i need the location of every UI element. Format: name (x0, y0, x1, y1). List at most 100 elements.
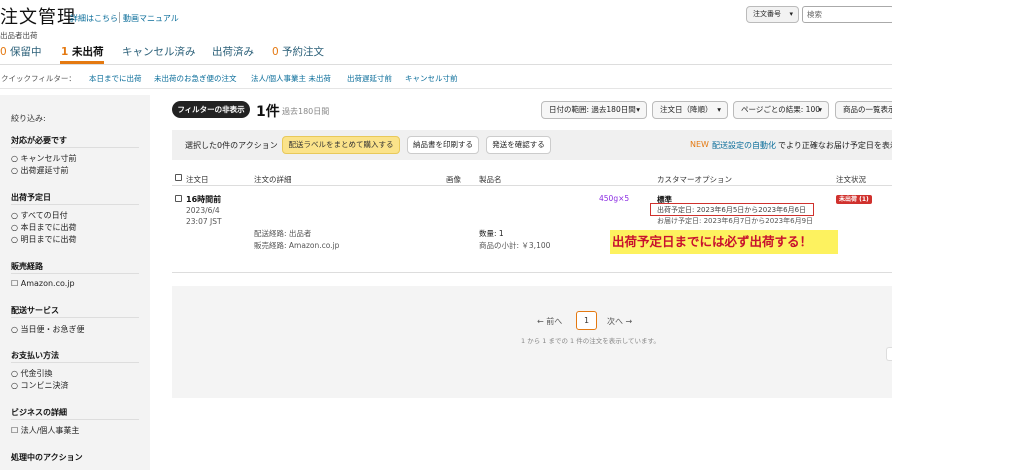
col-product-name: 製品名 (479, 175, 502, 184)
col-customer-option: カスタマーオプション (657, 175, 732, 184)
new-badge: NEW (690, 140, 709, 149)
col-image: 画像 (446, 175, 461, 184)
sidebar-divider (11, 419, 139, 420)
filter-ship-today[interactable]: ○ 本日までに出荷 (11, 222, 77, 233)
select-all-checkbox[interactable] (175, 174, 182, 181)
sidebar-divider (11, 273, 139, 274)
video-manual-link[interactable]: 動画マニュアル (123, 13, 179, 24)
current-page[interactable]: 1 (576, 311, 597, 330)
row-checkbox[interactable] (175, 195, 182, 202)
deliver-by-date: お届け予定日: 2023年6月7日から2023年6月9日 (657, 217, 814, 225)
filter-convenience-store[interactable]: ○ コンビニ決済 (11, 380, 69, 391)
row-divider (172, 272, 892, 273)
quick-filter-urgent-unshipped[interactable]: 未出荷のお急ぎ便の注文 (154, 73, 237, 84)
chevron-down-icon: ▾ (636, 105, 640, 114)
tab-shipped[interactable]: 出荷済み (212, 44, 254, 59)
scroll-handle[interactable] (886, 347, 892, 361)
tab-count: 0 (272, 46, 279, 58)
sidebar-title: 絞り込み: (11, 114, 46, 123)
search-type-label: 注文番号 (753, 10, 781, 18)
filter-late-risk[interactable]: ○ 出荷遅延寸前 (11, 165, 69, 176)
sidebar-heading-action-needed: 対応が必要です (11, 136, 67, 145)
order-management-page: 注文管理 詳細はこちら 動画マニュアル 出品者出荷 注文番号 ▾ 検索 0 保留… (0, 0, 892, 470)
tab-preorder[interactable]: 0 予約注文 (272, 44, 324, 59)
filter-sidebar: 絞り込み: 対応が必要です ○ キャンセル寸前 ○ 出荷遅延寸前 出荷予定日 ○… (0, 95, 150, 470)
sidebar-divider (11, 147, 139, 148)
fulfillment-channel: 配送経路: 出品者 (254, 229, 312, 238)
quick-filter-late-risk[interactable]: 出荷遅延寸前 (347, 73, 392, 84)
page-subtitle: 出品者出荷 (0, 31, 38, 40)
next-page-button[interactable]: 次へ → (607, 316, 632, 327)
tab-unshipped[interactable]: 1 未出荷 (61, 44, 103, 59)
order-date: 2023/6/4 (186, 206, 220, 215)
tab-label: 予約注文 (282, 46, 325, 58)
search-input[interactable]: 検索 (802, 6, 892, 23)
chevron-down-icon: ▾ (717, 105, 721, 114)
item-subtotal: 商品の小計: ￥3,100 (479, 241, 551, 250)
col-order-date[interactable]: 注文日 (186, 174, 209, 185)
sidebar-heading-shipping-service: 配送サービス (11, 306, 59, 315)
result-period: 過去180日間 (282, 107, 330, 116)
tab-count: 1 (61, 46, 69, 58)
per-page-select[interactable]: ページごとの結果: 100 ▾ (733, 101, 829, 119)
pagination-summary: 1 から 1 までの 1 件の注文を表示しています。 (521, 337, 660, 345)
tab-cancelled[interactable]: キャンセル済み (122, 44, 196, 59)
tab-label: 出荷済み (212, 46, 254, 58)
filter-amazon-jp[interactable]: ☐ Amazon.co.jp (11, 279, 75, 288)
order-relative-time: 16時間前 (186, 195, 222, 204)
tab-label: キャンセル済み (122, 46, 196, 58)
sidebar-heading-channel: 販売経路 (11, 262, 43, 271)
sidebar-divider (11, 317, 139, 318)
annotation-callout: 出荷予定日までには必ず出荷する！ (610, 230, 838, 254)
sidebar-divider (11, 204, 139, 205)
chevron-down-icon: ▾ (789, 10, 793, 18)
header-divider (119, 12, 120, 23)
bulk-action-label: 選択した0件のアクション (185, 141, 278, 150)
col-order-details: 注文の詳細 (254, 175, 292, 184)
quick-filter-divider (0, 88, 892, 89)
sidebar-divider (11, 362, 139, 363)
search-type-select[interactable]: 注文番号 ▾ (746, 6, 799, 23)
sidebar-heading-ship-date: 出荷予定日 (11, 193, 51, 202)
page-title: 注文管理 (0, 7, 76, 28)
buy-shipping-labels-button[interactable]: 配送ラベルをまとめて購入する (282, 136, 400, 154)
order-time: 23:07 JST (186, 217, 222, 226)
shipping-automation-text: でより正確なお届け予定日を表示 (778, 141, 892, 150)
sidebar-heading-payment: お支払い方法 (11, 351, 59, 360)
prev-page-button[interactable]: ← 前へ (537, 316, 562, 327)
quick-filter-business-unshipped[interactable]: 法人/個人事業主 未出荷 (251, 73, 331, 84)
quick-filter-cancel-risk[interactable]: キャンセル寸前 (405, 73, 458, 84)
product-variant: 450g×5 (599, 194, 630, 203)
tab-label: 保留中 (10, 46, 42, 58)
filter-business[interactable]: ☐ 法人/個人事業主 (11, 425, 79, 436)
date-range-select[interactable]: 日付の範囲: 過去180日間 ▾ (541, 101, 647, 119)
sort-select[interactable]: 注文日（降順） ▾ (652, 101, 728, 119)
ship-by-date: 出荷予定日: 2023年6月5日から2023年6月6日 (657, 206, 807, 214)
tabs-divider (0, 64, 892, 65)
confirm-shipment-button[interactable]: 発送を確認する (486, 136, 551, 154)
filter-all-dates[interactable]: ○ すべての日付 (11, 210, 68, 221)
filter-same-day[interactable]: ○ 当日便・お急ぎ便 (11, 324, 85, 335)
tab-pending[interactable]: 0 保留中 (0, 44, 42, 59)
filter-cancel-risk[interactable]: ○ キャンセル寸前 (11, 153, 77, 164)
filter-cod[interactable]: ○ 代金引換 (11, 368, 53, 379)
col-order-status: 注文状況 (836, 175, 866, 184)
quick-filter-label: クイックフィルター： (1, 74, 76, 83)
sidebar-heading-business: ビジネスの詳細 (11, 408, 67, 417)
date-range-label: 日付の範囲: 過去180日間 (549, 105, 636, 114)
print-packing-slip-button[interactable]: 納品書を印刷する (407, 136, 479, 154)
shipping-automation-link[interactable]: 配送設定の自動化 (712, 140, 776, 151)
status-badge: 未出荷 (1) (836, 195, 872, 204)
quick-filter-ship-today[interactable]: 本日までに出荷 (89, 73, 142, 84)
result-count: 1件 (256, 104, 280, 120)
hide-filters-button[interactable]: フィルターの非表示 (172, 101, 250, 118)
sort-label: 注文日（降順） (660, 105, 713, 114)
sidebar-heading-pending-actions: 処理中のアクション (11, 453, 83, 462)
tab-count: 0 (0, 46, 7, 58)
sales-channel: 販売経路: Amazon.co.jp (254, 241, 340, 250)
details-link[interactable]: 詳細はこちら (70, 13, 118, 24)
quantity: 数量: 1 (479, 229, 504, 238)
list-view-label: 商品の一覧表示 (843, 105, 892, 114)
list-view-button[interactable]: 商品の一覧表示 (835, 101, 892, 119)
filter-ship-tomorrow[interactable]: ○ 明日までに出荷 (11, 234, 77, 245)
